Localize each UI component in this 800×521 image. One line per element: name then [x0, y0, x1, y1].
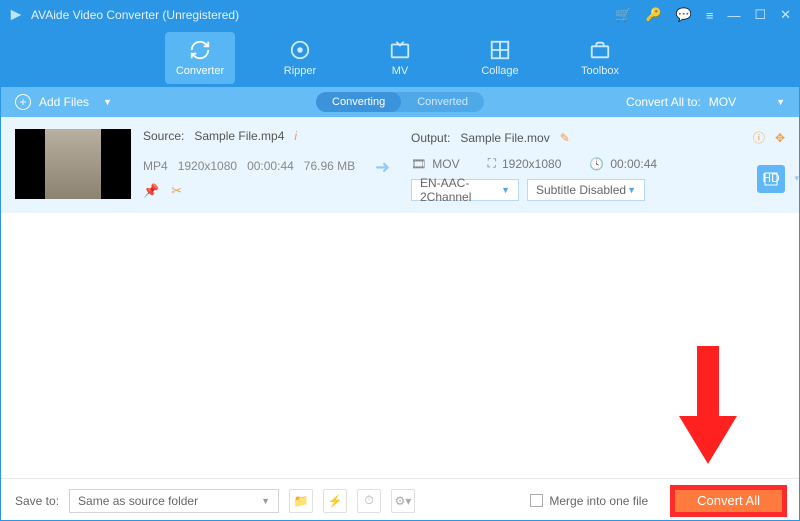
- source-size: 76.96 MB: [304, 159, 355, 173]
- out-duration: 00:00:44: [610, 157, 657, 171]
- app-logo-icon: [9, 8, 23, 22]
- collage-icon: [489, 39, 511, 61]
- output-label: Output:: [411, 131, 450, 145]
- converter-icon: [189, 39, 211, 61]
- subbar: + Add Files ▼ Converting Converted Conve…: [1, 87, 799, 117]
- saveto-label: Save to:: [15, 494, 59, 508]
- footer: Save to: Same as source folder ▼ 📁 ⚡ ⏱ ⚙…: [1, 478, 799, 521]
- convert-all-format-select[interactable]: MOV ▼: [709, 95, 785, 109]
- minimize-icon[interactable]: —: [727, 8, 740, 23]
- ripper-icon: [289, 39, 311, 61]
- chevron-down-icon: ▼: [261, 496, 270, 506]
- clock-icon: 🕓: [589, 157, 604, 171]
- pin-icon[interactable]: 📌: [143, 183, 159, 199]
- audio-select[interactable]: EN-AAC-2Channel▼: [411, 179, 519, 201]
- titlebar: AVAide Video Converter (Unregistered) 🛒 …: [1, 1, 799, 29]
- tab-converted[interactable]: Converted: [401, 92, 484, 112]
- source-container: MP4: [143, 159, 168, 173]
- hw-accel-icon[interactable]: ⚡: [323, 489, 347, 513]
- nav-ripper[interactable]: Ripper: [265, 32, 335, 84]
- svg-text:HD: HD: [763, 171, 779, 185]
- convert-all-format: Convert All to: MOV ▼: [626, 95, 785, 109]
- expand-icon: ⛶: [488, 156, 496, 171]
- high-speed-icon[interactable]: ⏱: [357, 489, 381, 513]
- feedback-icon[interactable]: 💬: [676, 7, 692, 23]
- menu-icon[interactable]: ≡: [706, 8, 714, 23]
- nav-collage[interactable]: Collage: [465, 32, 535, 84]
- arrow-icon: ➜: [375, 129, 399, 178]
- source-resolution: 1920x1080: [178, 159, 237, 173]
- maximize-icon[interactable]: ☐: [754, 7, 766, 23]
- edit-icon[interactable]: ✎: [560, 131, 570, 145]
- move-icon[interactable]: ✥: [775, 131, 785, 145]
- cart-icon[interactable]: 🛒: [615, 7, 631, 23]
- output-column: Output: Sample File.mov ✎ ⓘ ✥ 🎞 MOV ⛶ 1920…: [411, 129, 785, 201]
- convert-all-button[interactable]: Convert All: [672, 487, 785, 515]
- subtitle-select[interactable]: Subtitle Disabled▼: [527, 179, 645, 201]
- close-icon[interactable]: ✕: [780, 7, 791, 23]
- saveto-select[interactable]: Same as source folder ▼: [69, 489, 279, 513]
- info-icon[interactable]: i: [294, 129, 297, 143]
- file-row: Source: Sample File.mp4 i MP4 1920x1080 …: [1, 117, 799, 213]
- nav-toolbox[interactable]: Toolbox: [565, 32, 635, 84]
- tab-converting[interactable]: Converting: [316, 92, 401, 112]
- chevron-down-icon: ▼: [103, 97, 112, 107]
- source-label: Source:: [143, 129, 184, 143]
- nav-converter[interactable]: Converter: [165, 32, 235, 84]
- nav-mv[interactable]: MV: [365, 32, 435, 84]
- source-column: Source: Sample File.mp4 i MP4 1920x1080 …: [143, 129, 363, 199]
- cut-icon[interactable]: ✂: [171, 183, 182, 199]
- video-thumbnail[interactable]: [15, 129, 131, 199]
- open-folder-icon[interactable]: 📁: [289, 489, 313, 513]
- add-files-button[interactable]: + Add Files ▼: [15, 94, 112, 110]
- checkbox-icon: [530, 494, 543, 507]
- source-filename: Sample File.mp4: [194, 129, 284, 143]
- app-title: AVAide Video Converter (Unregistered): [31, 8, 615, 22]
- settings-icon[interactable]: ⚙▾: [391, 489, 415, 513]
- source-duration: 00:00:44: [247, 159, 294, 173]
- out-format: MOV: [432, 157, 459, 171]
- film-icon: 🎞: [411, 157, 426, 171]
- status-filter: Converting Converted: [316, 92, 484, 112]
- mv-icon: [389, 39, 411, 61]
- app-window: AVAide Video Converter (Unregistered) 🛒 …: [0, 0, 800, 521]
- output-format-button[interactable]: HD: [757, 165, 785, 193]
- out-resolution: 1920x1080: [502, 157, 561, 171]
- key-icon[interactable]: 🔑: [645, 7, 661, 23]
- main-nav: Converter Ripper MV Collage Toolbox: [1, 29, 799, 87]
- chevron-down-icon: ▼: [776, 97, 785, 107]
- toolbox-icon: [589, 39, 611, 61]
- warning-icon[interactable]: ⓘ: [753, 129, 765, 146]
- output-filename: Sample File.mov: [460, 131, 549, 145]
- window-buttons: 🛒 🔑 💬 ≡ — ☐ ✕: [615, 7, 791, 23]
- plus-icon: +: [15, 94, 31, 110]
- file-list: Source: Sample File.mp4 i MP4 1920x1080 …: [1, 117, 799, 478]
- merge-checkbox[interactable]: Merge into one file: [530, 494, 648, 508]
